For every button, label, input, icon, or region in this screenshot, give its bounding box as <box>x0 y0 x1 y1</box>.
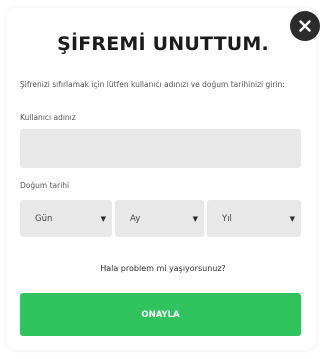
day-select[interactable]: Gün ▼ <box>20 200 112 237</box>
confirm-button[interactable]: ONAYLA <box>20 293 301 336</box>
page: ŞİFREMİ UNUTTUM. Şifrenizi sıfırlamak iç… <box>0 0 326 359</box>
caret-down-icon: ▼ <box>192 214 198 223</box>
year-select[interactable]: Yıl ▼ <box>207 200 301 237</box>
instructions-text: Şifrenizi sıfırlamak için lütfen kullanı… <box>20 80 285 89</box>
username-label: Kullanıcı adınız <box>20 113 76 122</box>
birthdate-label: Doğum tarihi <box>20 181 70 190</box>
month-select[interactable]: Ay ▼ <box>115 200 204 237</box>
day-select-value: Gün <box>35 213 53 224</box>
close-icon <box>299 20 311 32</box>
caret-down-icon: ▼ <box>100 214 106 223</box>
year-select-value: Yıl <box>222 213 232 224</box>
confirm-button-label: ONAYLA <box>141 309 180 320</box>
modal-title: ŞİFREMİ UNUTTUM. <box>57 33 269 55</box>
month-select-value: Ay <box>130 213 141 224</box>
username-input[interactable] <box>20 129 301 168</box>
help-link[interactable]: Hala problem mi yaşıyorsunuz? <box>0 264 326 273</box>
caret-down-icon: ▼ <box>289 214 295 223</box>
